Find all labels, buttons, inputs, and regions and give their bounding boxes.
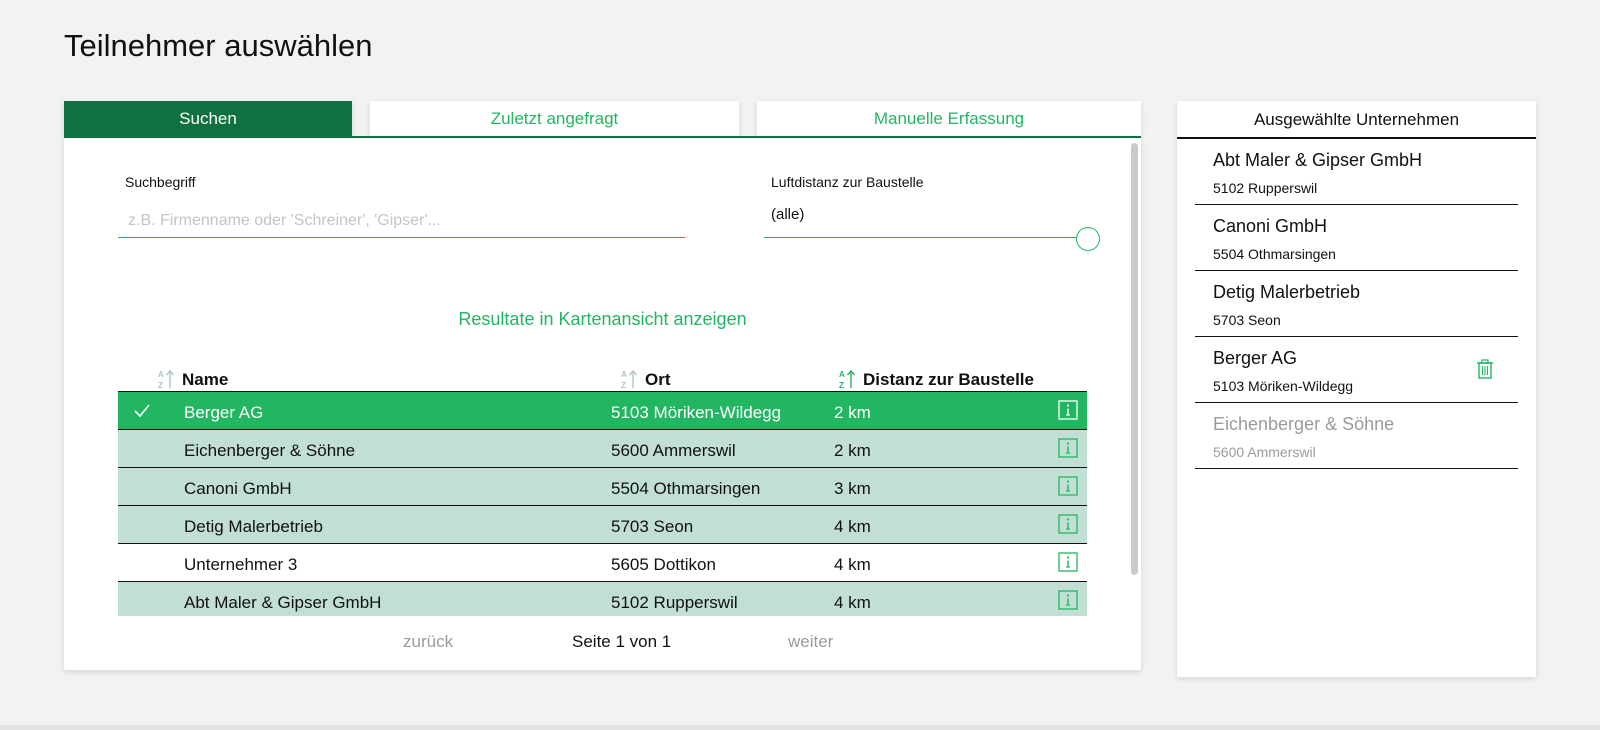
row-name: Detig Malerbetrieb: [184, 517, 323, 536]
scrollbar[interactable]: [1131, 143, 1138, 575]
column-header-name-label: Name: [182, 370, 229, 389]
distance-value: (alle): [771, 206, 805, 223]
row-name: Unternehmer 3: [184, 555, 298, 574]
tab-underline: [64, 136, 1141, 138]
table-row[interactable]: Berger AG 5103 Möriken-Wildegg 2 km: [118, 392, 1087, 430]
company-place: 5103 Möriken-Wildegg: [1213, 378, 1354, 394]
sort-az-icon: A Z: [839, 369, 856, 390]
column-header-distance-label: Distanz zur Baustelle: [863, 370, 1034, 389]
company-name: Berger AG: [1213, 348, 1298, 368]
distance-label: Luftdistanz zur Baustelle: [771, 174, 924, 190]
row-name: Canoni GmbH: [184, 479, 292, 498]
info-icon[interactable]: [1058, 514, 1078, 534]
map-view-link[interactable]: Resultate in Kartenansicht anzeigen: [118, 309, 1087, 330]
tab-suchen[interactable]: Suchen: [64, 101, 352, 137]
column-header-place-label: Ort: [645, 370, 671, 389]
page-title: Teilnehmer auswählen: [64, 28, 373, 63]
row-place: 5102 Rupperswil: [611, 593, 738, 612]
row-distance: 4 km: [834, 555, 871, 574]
svg-text:A: A: [621, 370, 627, 379]
company-name: Eichenberger & Söhne: [1213, 414, 1395, 434]
row-distance: 4 km: [834, 517, 871, 536]
pager-next-button[interactable]: weiter: [788, 632, 833, 652]
column-header-place[interactable]: A Z Ort: [619, 368, 671, 390]
pager-info: Seite 1 von 1: [572, 632, 672, 651]
search-input[interactable]: [118, 204, 685, 238]
company-place: 5703 Seon: [1213, 312, 1281, 328]
column-header-distance[interactable]: A Z Distanz zur Baustelle: [837, 368, 1034, 390]
svg-text:Z: Z: [158, 381, 163, 390]
tab-zuletzt-angefragt[interactable]: Zuletzt angefragt: [370, 101, 739, 137]
row-name: Berger AG: [184, 403, 264, 422]
distance-slider-track[interactable]: [764, 237, 1077, 238]
pager-prev-button[interactable]: zurück: [403, 632, 453, 652]
column-header-name[interactable]: A Z Name: [156, 368, 228, 390]
company-name: Detig Malerbetrieb: [1213, 282, 1361, 302]
distance-slider-thumb[interactable]: [1076, 227, 1100, 251]
tab-manuelle-erfassung[interactable]: Manuelle Erfassung: [757, 101, 1141, 137]
row-distance: 2 km: [834, 403, 871, 422]
selected-company-item[interactable]: Detig Malerbetrieb 5703 Seon: [1195, 271, 1518, 337]
company-place: 5102 Rupperswil: [1213, 180, 1318, 196]
table-row[interactable]: Detig Malerbetrieb 5703 Seon 4 km: [118, 506, 1087, 544]
row-place: 5504 Othmarsingen: [611, 479, 761, 498]
trash-icon[interactable]: [1476, 359, 1494, 379]
selected-company-item[interactable]: Canoni GmbH 5504 Othmarsingen: [1195, 205, 1518, 271]
check-icon: [134, 404, 150, 418]
results-table: Berger AG 5103 Möriken-Wildegg 2 km Eich…: [118, 392, 1087, 616]
info-icon[interactable]: [1058, 438, 1078, 458]
sort-az-icon: A Z: [158, 369, 175, 390]
company-name: Abt Maler & Gipser GmbH: [1213, 150, 1423, 170]
svg-text:Z: Z: [839, 381, 844, 390]
row-distance: 3 km: [834, 479, 871, 498]
row-distance: 2 km: [834, 441, 871, 460]
svg-text:A: A: [839, 370, 845, 379]
info-icon[interactable]: [1058, 590, 1078, 610]
svg-text:A: A: [158, 370, 164, 379]
info-icon[interactable]: [1058, 400, 1078, 420]
company-place: 5504 Othmarsingen: [1213, 246, 1336, 262]
selected-company-item[interactable]: Berger AG 5103 Möriken-Wildegg: [1195, 337, 1518, 403]
table-row[interactable]: Canoni GmbH 5504 Othmarsingen 3 km: [118, 468, 1087, 506]
bottom-divider: [0, 725, 1600, 730]
info-icon[interactable]: [1058, 552, 1078, 572]
row-place: 5600 Ammerswil: [611, 441, 736, 460]
selected-panel-title: Ausgewählte Unternehmen: [1177, 101, 1536, 139]
row-place: 5703 Seon: [611, 517, 694, 536]
company-place: 5600 Ammerswil: [1213, 444, 1316, 460]
row-place: 5605 Dottikon: [611, 555, 716, 574]
svg-text:Z: Z: [621, 381, 626, 390]
table-row[interactable]: Unternehmer 3 5605 Dottikon 4 km: [118, 544, 1087, 582]
company-name: Canoni GmbH: [1213, 216, 1328, 236]
table-row[interactable]: Eichenberger & Söhne 5600 Ammerswil 2 km: [118, 430, 1087, 468]
table-row[interactable]: Abt Maler & Gipser GmbH 5102 Rupperswil …: [118, 582, 1087, 616]
row-name: Abt Maler & Gipser GmbH: [184, 593, 382, 612]
selected-company-item[interactable]: Eichenberger & Söhne 5600 Ammerswil: [1195, 403, 1518, 469]
info-icon[interactable]: [1058, 476, 1078, 496]
row-name: Eichenberger & Söhne: [184, 441, 356, 460]
sort-az-icon: A Z: [621, 369, 638, 390]
selected-companies-panel: Ausgewählte Unternehmen Abt Maler & Gips…: [1177, 101, 1536, 677]
row-place: 5103 Möriken-Wildegg: [611, 403, 782, 422]
search-label: Suchbegriff: [125, 174, 196, 190]
selected-company-item[interactable]: Abt Maler & Gipser GmbH 5102 Rupperswil: [1195, 139, 1518, 205]
row-distance: 4 km: [834, 593, 871, 612]
